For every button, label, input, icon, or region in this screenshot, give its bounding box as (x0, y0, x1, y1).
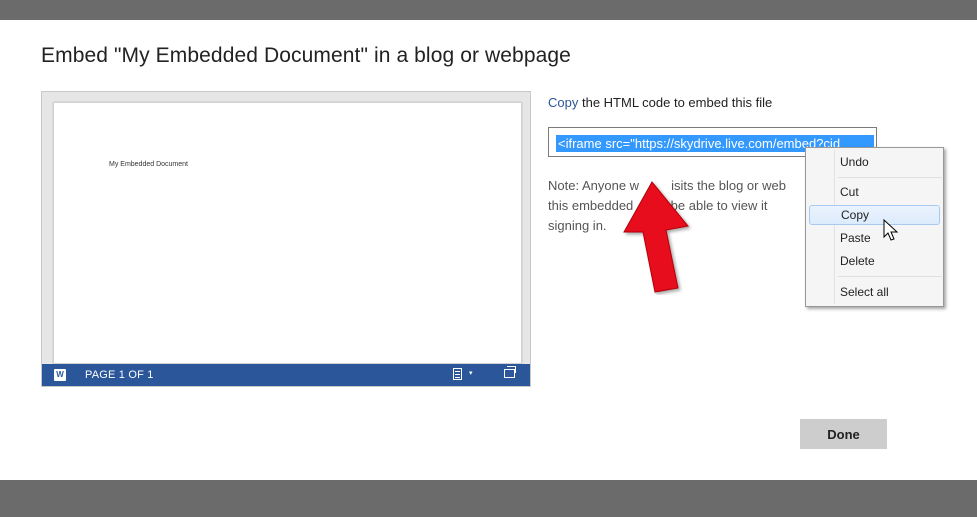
menu-separator (838, 276, 942, 277)
red-arrow-annotation (623, 181, 689, 293)
note-part-3: this embedded (548, 198, 634, 213)
menu-item-paste[interactable]: Paste (840, 228, 871, 248)
dialog-title: Embed "My Embedded Document" in a blog o… (41, 44, 571, 67)
popout-icon[interactable] (504, 366, 516, 378)
document-text: My Embedded Document (109, 161, 188, 168)
menu-item-cut[interactable]: Cut (840, 182, 859, 202)
copy-instruction: Copy the HTML code to embed this file (548, 95, 772, 110)
view-mode-icon[interactable] (453, 368, 462, 380)
menu-item-undo[interactable]: Undo (840, 152, 869, 172)
copy-link[interactable]: Copy (548, 95, 578, 110)
mouse-cursor-icon (883, 219, 899, 241)
document-page: My Embedded Document (53, 102, 522, 364)
top-bar (0, 0, 977, 20)
chevron-down-icon[interactable]: ▾ (469, 369, 473, 377)
done-button[interactable]: Done (800, 419, 887, 449)
note-part-5: signing in. (548, 218, 607, 233)
preview-status-bar: W PAGE 1 OF 1 ▾ (42, 364, 530, 386)
menu-item-delete[interactable]: Delete (840, 251, 875, 271)
menu-item-select-all[interactable]: Select all (840, 282, 889, 302)
context-menu: Undo Cut Copy Paste Delete Select all (805, 147, 944, 307)
page-count-label: PAGE 1 OF 1 (85, 369, 154, 381)
copy-instruction-text: the HTML code to embed this file (578, 95, 773, 110)
menu-item-copy[interactable]: Copy (809, 205, 940, 225)
word-icon: W (54, 369, 66, 381)
document-preview: My Embedded Document W PAGE 1 OF 1 ▾ (41, 91, 531, 387)
menu-separator (838, 177, 942, 178)
bottom-bar (0, 480, 977, 517)
